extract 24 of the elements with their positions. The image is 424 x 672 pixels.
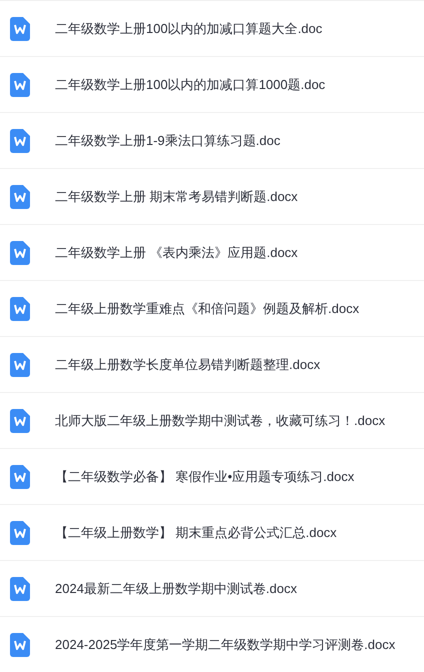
file-name-link[interactable]: 【二年级数学必备】 寒假作业•应用题专项练习.docx <box>55 466 354 486</box>
file-name-link[interactable]: 二年级数学上册100以内的加减口算题大全.doc <box>55 18 322 38</box>
word-document-icon <box>10 240 30 264</box>
word-document-icon <box>10 72 30 96</box>
word-document-icon <box>10 464 30 488</box>
word-document-icon <box>10 296 30 320</box>
word-document-icon <box>10 408 30 432</box>
file-name-link[interactable]: 二年级数学上册 《表内乘法》应用题.docx <box>55 242 298 262</box>
word-document-icon <box>10 128 30 152</box>
file-name-link[interactable]: 二年级数学上册 期末常考易错判断题.docx <box>55 186 298 206</box>
word-document-icon <box>10 576 30 600</box>
file-name-link[interactable]: 2024-2025学年度第一学期二年级数学期中学习评测卷.docx <box>55 634 396 654</box>
word-document-icon <box>10 16 30 40</box>
word-document-icon <box>10 352 30 376</box>
word-document-icon <box>10 520 30 544</box>
word-document-icon <box>10 632 30 656</box>
file-name-link[interactable]: 二年级数学上册1-9乘法口算练习题.doc <box>55 130 280 150</box>
file-name-link[interactable]: 2024最新二年级上册数学期中测试卷.docx <box>55 578 297 598</box>
file-name-link[interactable]: 二年级上册数学长度单位易错判断题整理.docx <box>55 354 320 374</box>
file-name-link[interactable]: 二年级数学上册100以内的加减口算1000题.doc <box>55 74 326 94</box>
word-document-icon <box>10 184 30 208</box>
file-name-link[interactable]: 【二年级上册数学】 期末重点必背公式汇总.docx <box>55 522 337 542</box>
file-name-link[interactable]: 二年级上册数学重难点《和倍问题》例题及解析.docx <box>55 298 360 318</box>
file-name-link[interactable]: 北师大版二年级上册数学期中测试卷，收藏可练习！.docx <box>55 410 386 430</box>
